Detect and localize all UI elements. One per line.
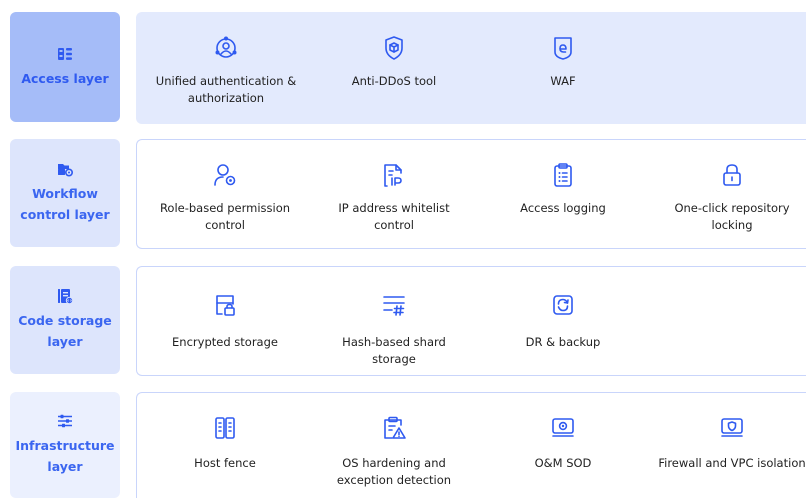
server-rack-icon [215,417,235,439]
layer-title: Workflow control layer [20,186,110,222]
feature-encrypted-storage: Encrypted storage [150,292,300,349]
feature-waf: WAF [488,35,638,88]
feature-label: Hash-based shard storage [342,335,446,366]
monitor-shield-icon [721,418,743,437]
feature-repo-locking: One-click repository locking [657,162,806,232]
code-storage-layer-label: Code storage layer [10,266,120,374]
layer-grid-icon [58,47,72,60]
feature-label: Encrypted storage [172,335,278,349]
feature-label: Anti-DDoS tool [351,74,437,88]
clipboard-warning-icon [384,416,406,439]
infrastructure-layer-row: Infrastructure layer Host fence OS harde… [0,392,806,498]
feature-hash-storage: Hash-based shard storage [319,292,469,366]
infrastructure-layer-panel: Host fence OS hardening and exception de… [136,392,806,498]
user-gear-icon [214,164,236,186]
feature-label: Firewall and VPC isolation [658,456,806,470]
shield-cube-icon [385,36,403,60]
hash-lines-icon [383,296,405,316]
feature-unified-auth: Unified authentication & authorization [151,35,301,105]
feature-access-logging: Access logging [488,162,638,215]
monitor-gear-icon [552,418,574,437]
feature-label: Access logging [520,201,606,215]
feature-host-fence: Host fence [150,415,300,470]
layer-title: Code storage layer [18,313,112,349]
feature-os-hardening: OS hardening and exception detection [319,415,469,487]
backup-refresh-icon [553,295,573,315]
ip-document-icon [384,164,402,187]
feature-label: Unified authentication & authorization [155,74,297,105]
workflow-layer-label: Workflow control layer [10,139,120,247]
users-network-icon [215,36,237,58]
feature-anti-ddos: Anti-DDoS tool [319,35,469,88]
feature-label: WAF [550,74,576,88]
workflow-layer-panel: Role-based permission control IP address… [136,139,806,249]
folder-gear-icon [58,164,73,177]
feature-label: OS hardening and exception detection [336,456,452,487]
workflow-layer-row: Workflow control layer Role-based permis… [0,139,806,249]
feature-om-sod: O&M SOD [488,415,638,470]
feature-dr-backup: DR & backup [488,292,638,349]
feature-role-permission: Role-based permission control [150,162,300,232]
code-storage-layer-panel: Encrypted storage Hash-based shard stora… [136,266,806,376]
feature-label: Role-based permission control [159,201,291,232]
lock-icon [723,164,741,186]
access-layer-label: Access layer [10,12,120,122]
feature-label: DR & backup [525,335,601,349]
feature-label: Host fence [194,456,256,470]
layer-title: Access layer [21,70,109,86]
access-layer-panel: Unified authentication & authorization A… [136,12,806,124]
feature-firewall-vpc: Firewall and VPC isolation [657,415,806,470]
feature-label: One-click repository locking [674,201,790,232]
sliders-icon [58,414,72,428]
waf-badge-icon [554,37,572,60]
feature-label: O&M SOD [534,456,592,470]
code-storage-layer-row: Code storage layer Encrypted storage Has… [0,266,806,376]
feature-label: IP address whitelist control [338,201,450,232]
feature-ip-whitelist: IP address whitelist control [319,162,469,232]
access-layer-row: Access layer Unified authentication & au… [0,12,806,124]
code-document-icon [58,289,73,304]
storage-lock-icon [216,295,235,316]
clipboard-list-icon [554,163,572,187]
infrastructure-layer-label: Infrastructure layer [10,392,120,498]
layer-title: Infrastructure layer [15,438,115,474]
